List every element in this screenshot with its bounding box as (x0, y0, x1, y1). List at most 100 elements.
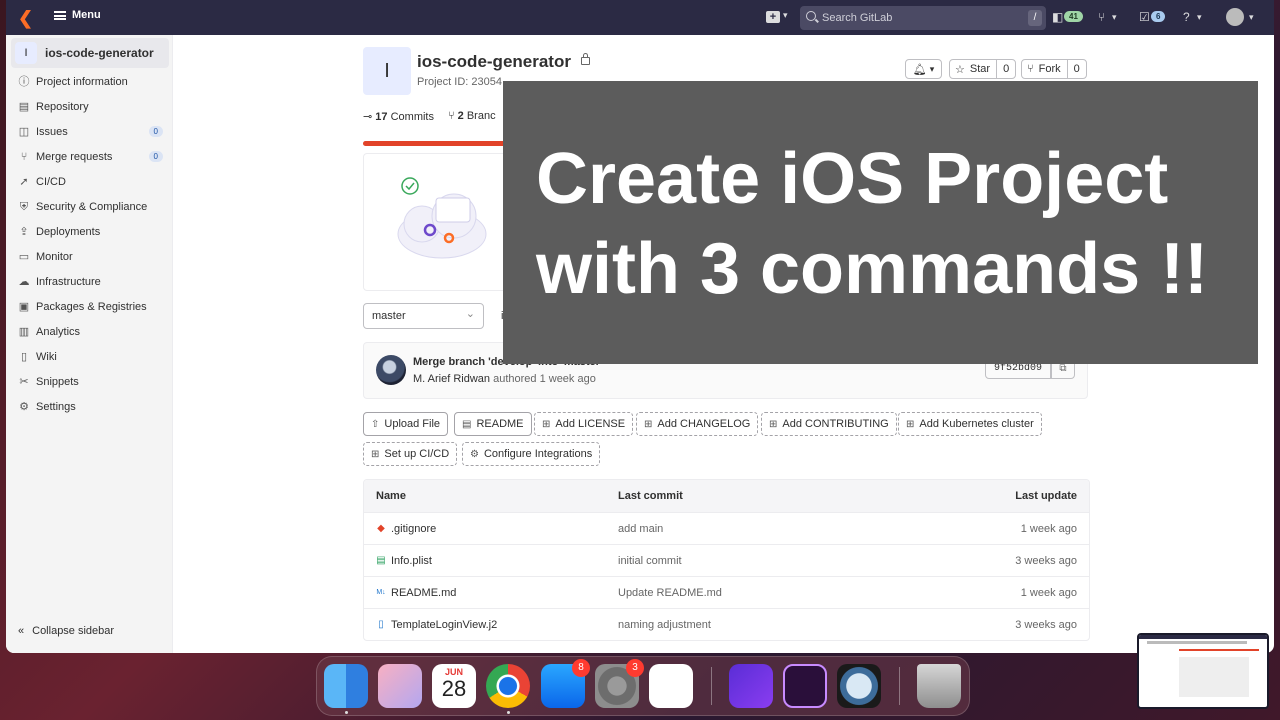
menu-button[interactable]: Menu (54, 9, 101, 21)
commit-authored-text: authored 1 week ago (493, 373, 596, 385)
sidebar-item-analytics[interactable]: ▥ Analytics (18, 322, 168, 342)
sidebar-item-project-information[interactable]: ⓘ Project information (18, 72, 168, 92)
chevron-down-icon[interactable]: ▾ (1249, 12, 1254, 23)
merge-request-nav-icon[interactable]: ⑂ (1098, 10, 1105, 24)
freeform-icon[interactable] (649, 664, 693, 708)
sidebar-item-label: Packages & Registries (36, 301, 147, 313)
file-last-commit[interactable]: initial commit (618, 555, 682, 567)
new-item-icon[interactable]: + (766, 11, 780, 23)
file-name[interactable]: .gitignore (391, 523, 436, 535)
table-row[interactable]: ◆ .gitignore add main 1 week ago (364, 512, 1089, 544)
branch-selector[interactable]: master (363, 303, 484, 329)
search-input[interactable]: Search GitLab / (800, 6, 1046, 30)
star-label: Star (969, 63, 991, 75)
sidebar-item-label: Repository (36, 101, 89, 113)
browser-window: ❮ Menu + ▾ Search GitLab / ◧ 41 ⑂ ▾ ☑ 6 … (6, 0, 1274, 653)
calendar-icon[interactable]: JUN 28 (432, 664, 476, 708)
file-name[interactable]: Info.plist (391, 555, 432, 567)
star-button[interactable]: ☆ Star 0 (949, 59, 1017, 79)
button-label: Upload File (384, 418, 441, 430)
file-name-cell[interactable]: M↓ README.md (376, 587, 456, 599)
add-changelog-button[interactable]: ⊞ Add CHANGELOG (636, 412, 759, 436)
file-last-commit[interactable]: naming adjustment (618, 619, 711, 631)
upload-file-button[interactable]: ⇧ Upload File (363, 412, 449, 436)
issues-nav-icon[interactable]: ◧ (1052, 10, 1063, 24)
chevron-down-icon[interactable]: ▾ (1197, 12, 1202, 23)
add-license-button[interactable]: ⊞ Add LICENSE (534, 412, 634, 436)
sidebar-item-merge-requests[interactable]: ⑂ Merge requests 0 (18, 147, 168, 167)
screenshot-thumbnail[interactable] (1137, 633, 1269, 709)
sidebar-item-monitor[interactable]: ▭ Monitor (18, 247, 168, 267)
set-up-ci-cd-button[interactable]: ⊞ Set up CI/CD (363, 442, 458, 466)
hamburger-icon (54, 10, 66, 20)
overlay-line-1: Create iOS Project (536, 139, 1169, 219)
column-name: Name (376, 490, 406, 502)
file-name-cell[interactable]: ▤ Info.plist (376, 555, 432, 567)
todos-count-badge: 6 (1151, 11, 1166, 22)
markdown-icon: M↓ (376, 589, 386, 596)
gitlab-logo-icon[interactable]: ❮ (18, 9, 36, 27)
book-icon: ▤ (18, 101, 30, 113)
help-icon[interactable]: ? (1183, 10, 1190, 24)
sidebar-item-infrastructure[interactable]: ☁ Infrastructure (18, 272, 168, 292)
sidebar-item-ci-cd[interactable]: ➚ CI/CD (18, 172, 168, 192)
notification-button[interactable]: 🔔︎ ▾ (905, 59, 942, 79)
button-label: Add CONTRIBUTING (782, 418, 889, 430)
cloud-icon: ☁ (18, 276, 30, 288)
button-label: Set up CI/CD (384, 448, 450, 460)
file-name-cell[interactable]: ◆ .gitignore (376, 523, 436, 535)
file-name[interactable]: TemplateLoginView.j2 (391, 619, 497, 631)
trash-icon[interactable] (917, 664, 961, 708)
star-icon: ☆ (955, 63, 965, 76)
commit-icon: ⊸ (363, 111, 373, 123)
search-icon (806, 11, 816, 21)
launchpad-icon[interactable] (378, 664, 422, 708)
fork-button[interactable]: ⑂ Fork 0 (1021, 59, 1087, 79)
sidebar-item-settings[interactable]: ⚙ Settings (18, 397, 168, 417)
fork-icon: ⑂ (1027, 63, 1034, 75)
finder-icon[interactable] (324, 664, 368, 708)
table-row[interactable]: ▯ TemplateLoginView.j2 naming adjustment 3 … (364, 608, 1089, 640)
author-avatar[interactable] (376, 355, 406, 385)
sidebar-item-security-compliance[interactable]: ⛨ Security & Compliance (18, 197, 168, 217)
add-kubernetes-cluster-button[interactable]: ⊞ Add Kubernetes cluster (898, 412, 1042, 436)
table-row[interactable]: M↓ README.md Update README.md 1 week ago (364, 576, 1089, 608)
muse-icon[interactable] (729, 664, 773, 708)
sidebar-item-snippets[interactable]: ✂ Snippets (18, 372, 168, 392)
file-name[interactable]: README.md (391, 587, 456, 599)
commit-author[interactable]: M. Arief Ridwan (413, 373, 490, 385)
add-contributing-button[interactable]: ⊞ Add CONTRIBUTING (761, 412, 897, 436)
commits-count: 17 (375, 111, 388, 123)
sidebar-item-label: Issues (36, 126, 68, 138)
quicktime-icon[interactable] (837, 664, 881, 708)
file-last-commit[interactable]: add main (618, 523, 663, 535)
commits-link[interactable]: ⊸ 17 Commits (363, 110, 434, 123)
file-last-update: 1 week ago (1020, 587, 1077, 599)
button-label: Add CHANGELOG (657, 418, 751, 430)
collapse-sidebar-button[interactable]: « Collapse sidebar (18, 625, 114, 637)
file-name-cell[interactable]: ▯ TemplateLoginView.j2 (376, 619, 497, 631)
readme-button[interactable]: ▤ README (454, 412, 532, 436)
sidebar-item-issues[interactable]: ◫ Issues 0 (18, 122, 168, 142)
sidebar-item-deployments[interactable]: ⇪ Deployments (18, 222, 168, 242)
sidebar-item-packages-registries[interactable]: ▣ Packages & Registries (18, 297, 168, 317)
chevron-down-icon[interactable]: ▾ (1112, 12, 1117, 23)
sidebar-item-repository[interactable]: ▤ Repository (18, 97, 168, 117)
user-avatar[interactable] (1226, 8, 1244, 26)
premiere-pro-icon[interactable] (783, 664, 827, 708)
todos-nav-icon[interactable]: ☑ (1139, 10, 1150, 24)
table-row[interactable]: ▤ Info.plist initial commit 3 weeks ago (364, 544, 1089, 576)
chrome-icon[interactable] (486, 664, 530, 708)
branch-icon: ⑂ (447, 110, 455, 122)
collapse-icon: « (18, 625, 25, 637)
file-last-commit[interactable]: Update README.md (618, 587, 722, 599)
system-preferences-icon[interactable]: 3 (595, 659, 644, 708)
dock-separator (899, 667, 900, 705)
chevron-down-icon[interactable]: ▾ (783, 10, 788, 21)
branches-link[interactable]: ⑂ 2 Branc (448, 110, 496, 123)
sidebar-item-wiki[interactable]: ▯ Wiki (18, 347, 168, 367)
running-indicator (345, 711, 348, 714)
sidebar-project-link[interactable]: I ios-code-generator (11, 38, 169, 68)
app-store-icon[interactable]: 8 (541, 659, 590, 708)
configure-integrations-button[interactable]: ⚙ Configure Integrations (462, 442, 601, 466)
